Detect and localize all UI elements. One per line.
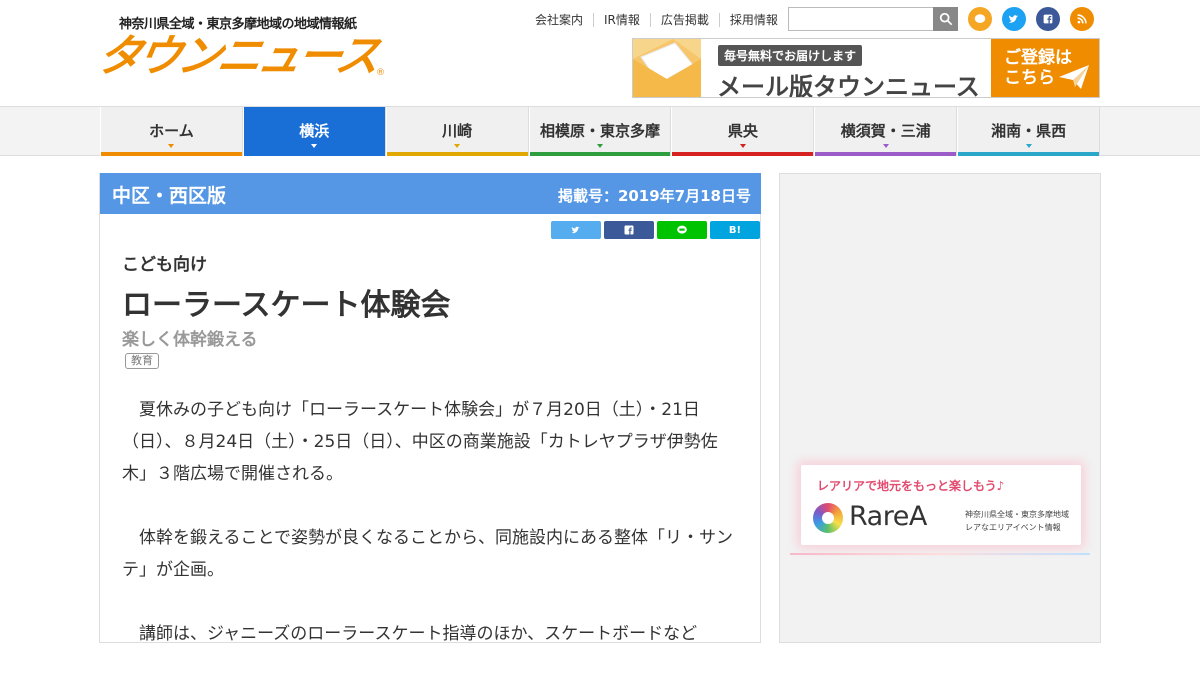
search-input[interactable] [788, 7, 958, 31]
edition-bar: 中区・西区版 掲載号：2019年7月18日号 [100, 173, 761, 214]
rarea-tagline: レアリアで地元をもっと楽しもう♪ [817, 479, 1005, 493]
nav-kawasaki-label: 川崎 [442, 122, 473, 140]
rarea-banner[interactable]: レアリアで地元をもっと楽しもう♪ RareA 神奈川県全域・東京多摩地域 レアな… [801, 465, 1081, 545]
ir-info-link[interactable]: IR情報 [593, 13, 650, 27]
twitter-icon [571, 226, 580, 234]
line-share-button[interactable] [657, 221, 707, 239]
facebook-share-button[interactable] [604, 221, 654, 239]
chevron-down-icon [168, 144, 175, 148]
twitter-icon[interactable] [1002, 7, 1026, 31]
article-body: 夏休みの子ども向け「ローラースケート体験会」が７月20日（土）・21日（日）、８… [122, 394, 742, 682]
nav-yokohama-label: 横浜 [299, 122, 330, 140]
rarea-desc-line2: レアなエリアイベント情報 [965, 523, 1061, 532]
nav-color-bar [529, 152, 671, 156]
line-icon [677, 225, 687, 234]
chevron-down-icon [454, 144, 461, 148]
main-nav: ホーム 横浜 川崎 相模原・東京多摩 県央 横須賀・三浦 湘南・県西 [0, 106, 1200, 156]
search-button[interactable] [933, 7, 958, 31]
rarea-desc-line1: 神奈川県全域・東京多摩地域 [965, 510, 1069, 519]
edition-name: 中区・西区版 [112, 185, 227, 207]
mail-banner-badge: 毎号無料でお届けします [718, 45, 863, 66]
logo-text: タウンニュース [93, 31, 381, 82]
article-paragraph: 夏休みの子ども向け「ローラースケート体験会」が７月20日（土）・21日（日）、８… [122, 400, 718, 484]
nav-sagamihara-tama[interactable]: 相模原・東京多摩 [528, 107, 672, 156]
nav-kenou[interactable]: 県央 [671, 107, 815, 156]
nav-color-bar [243, 152, 385, 156]
article-subhead: 楽しく体幹鍛える [122, 330, 258, 350]
article-category: こども向け [122, 255, 207, 275]
site-logo[interactable]: タウンニュース ® [94, 31, 388, 82]
registered-mark: ® [376, 68, 385, 78]
nav-shonan-kensei[interactable]: 湘南・県西 [957, 107, 1101, 156]
chevron-down-icon [882, 144, 889, 148]
article-paragraph: 講師は、ジャニーズのローラースケート指導のほか、スケートボードなど [139, 624, 698, 644]
nav-color-bar [101, 152, 242, 156]
facebook-icon [624, 225, 634, 235]
rarea-logo-icon [813, 503, 843, 533]
nav-yokosuka-label: 横須賀・三浦 [840, 122, 931, 140]
line-icon[interactable] [968, 7, 992, 31]
chevron-down-icon [1025, 144, 1032, 148]
register-button[interactable]: ご登録は こちら [991, 39, 1099, 97]
nav-color-bar [958, 152, 1100, 156]
rarea-brand: RareA [849, 501, 927, 532]
hatena-icon: B! [728, 224, 742, 236]
site-header: 神奈川県全域・東京多摩地域の地域情報紙 タウンニュース ® 会社案内 IR情報 … [0, 0, 1200, 106]
chevron-down-icon [739, 144, 746, 148]
advertise-link[interactable]: 広告掲載 [649, 13, 719, 27]
search-icon [939, 12, 952, 26]
nav-yokosuka-miura[interactable]: 横須賀・三浦 [814, 107, 958, 156]
facebook-icon[interactable] [1036, 7, 1060, 31]
nav-home-label: ホーム [149, 122, 194, 140]
nav-kenou-label: 県央 [727, 122, 758, 140]
site-tagline: 神奈川県全域・東京多摩地域の地域情報紙 [119, 17, 357, 32]
recruit-link[interactable]: 採用情報 [718, 13, 788, 27]
sidebar: レアリアで地元をもっと楽しもう♪ RareA 神奈川県全域・東京多摩地域 レアな… [779, 173, 1101, 643]
chevron-down-icon [311, 144, 318, 148]
mail-newsletter-banner[interactable]: 毎号無料でお届けします メール版タウンニュース ご登録は こちら [632, 38, 1100, 98]
chevron-down-icon [597, 144, 603, 148]
company-info-link[interactable]: 会社案内 [525, 13, 593, 27]
publish-date: 掲載号：2019年7月18日号 [557, 187, 751, 205]
nav-shonan-label: 湘南・県西 [991, 122, 1067, 140]
rarea-description: 神奈川県全域・東京多摩地域 レアなエリアイベント情報 [965, 508, 1069, 534]
register-line2: こちら [1004, 68, 1055, 88]
nav-home[interactable]: ホーム [100, 107, 243, 156]
envelope-icon [633, 39, 701, 97]
article-tag[interactable]: 教育 [125, 353, 159, 369]
article: 中区・西区版 掲載号：2019年7月18日号 B! こども向け ローラースケート… [99, 173, 761, 644]
nav-color-bar [672, 152, 814, 156]
rss-icon[interactable] [1070, 7, 1094, 31]
article-headline: ローラースケート体験会 [122, 288, 451, 323]
article-paragraph: 体幹を鍛えることで姿勢が良くなることから、同施設内にある整体「リ・サンテ」が企画… [122, 528, 733, 580]
paper-plane-icon [1059, 65, 1089, 89]
nav-color-bar [386, 152, 528, 156]
top-links: 会社案内 IR情報 広告掲載 採用情報 [525, 11, 788, 29]
nav-sagamihara-label: 相模原・東京多摩 [540, 122, 661, 140]
mail-banner-title: メール版タウンニュース [717, 73, 980, 98]
twitter-share-button[interactable] [551, 221, 601, 239]
nav-color-bar [815, 152, 957, 156]
nav-yokohama[interactable]: 横浜 [242, 107, 386, 156]
hatena-share-button[interactable]: B! [710, 221, 760, 239]
rarea-divider [790, 553, 1090, 555]
nav-kawasaki[interactable]: 川崎 [385, 107, 529, 156]
